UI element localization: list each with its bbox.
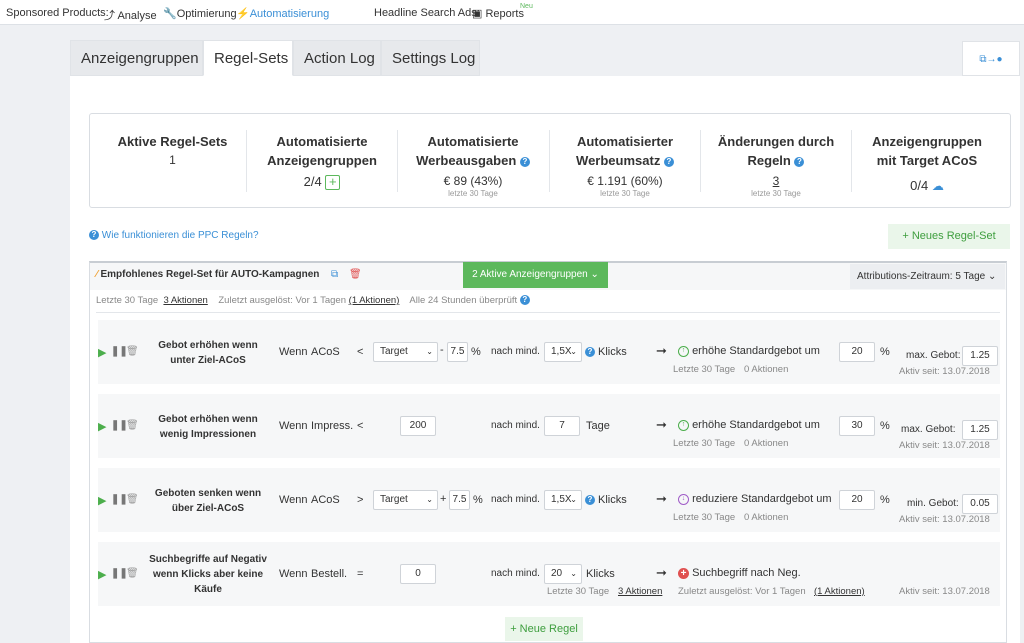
ruleset-title: ⁄ Empfohlenes Regel-Set für AUTO-Kampagn… [96,269,320,280]
arrow-right-icon: ➞ [656,491,667,506]
value-input[interactable]: 200 [400,416,436,436]
active-groups-button[interactable]: 2 Aktive Anzeigengruppen ⌄ [463,262,608,288]
help-icon: ? [519,295,530,306]
nav-automatisierung[interactable]: ⚡Automatisierung [236,7,329,20]
actions-link[interactable]: 3 Aktionen [618,586,662,597]
factor-input[interactable]: 7.5 [447,342,468,362]
trash-icon[interactable]: 🗑 [126,494,139,505]
plus-circle-icon: + [678,567,689,579]
stats-box: Aktive Regel-Sets 1 Automatisierte Anzeig… [89,113,1011,208]
amount-input[interactable]: 20 [839,490,875,510]
stat-werbeausgaben: Automatisierte Werbeausgaben ? € 89 (43%)… [398,114,548,209]
stat-aenderungen: Änderungen durch Regeln ? 3 letzte 30 Tag… [717,134,835,198]
ruleset-stats: Letzte 30 Tage 3 Aktionen Zuletzt ausgel… [96,295,530,306]
help-icon[interactable]: ? [519,156,530,167]
trash-icon[interactable]: 🗑 [126,568,139,579]
play-icon[interactable]: ▶ [98,568,106,581]
actions-link[interactable]: 3 Aktionen [163,295,207,306]
last-run-actions-link[interactable]: (1 Aktionen) [814,586,865,597]
top-navigation: Sponsored Products: ⤴ Analyse 🔧Optimieru… [0,0,1024,25]
tab-action-log[interactable]: Action Log [293,40,381,76]
attribution-dropdown[interactable]: Attributions-Zeitraum: 5 Tage ⌄ [850,264,1005,289]
stat-automatisierte-anzeigengruppen: Automatisierte Anzeigengruppen 2/4 + [267,134,377,191]
last-run-actions-link[interactable]: (1 Aktionen) [349,295,400,306]
tab-anzeigengruppen[interactable]: Anzeigengruppen [70,40,203,76]
trash-icon[interactable]: 🗑 [126,420,139,431]
min-select[interactable]: 20 ⌄ [544,564,582,584]
target-select[interactable]: Target ⌄ [373,342,438,362]
amount-input[interactable]: 30 [839,416,875,436]
arrow-right-icon: ➞ [656,343,667,358]
help-link[interactable]: ? Wie funktionieren die PPC Regeln? [89,230,259,241]
trash-icon[interactable]: 🗑 [349,269,362,280]
min-select[interactable]: 1,5X ⌄ [544,490,582,510]
play-icon[interactable]: ▶ [98,420,106,433]
copy-icon[interactable]: ⧉ [331,269,338,280]
nav-analyse[interactable]: ⤴ Analyse [104,7,157,23]
sponsored-products-label: Sponsored Products: [6,7,109,19]
new-rule-button[interactable]: + Neue Regel [505,617,583,641]
target-select[interactable]: Target ⌄ [373,490,438,510]
magic-wand-icon: ⁄ [96,269,98,280]
cloud-upload-icon[interactable]: ☁ [932,179,944,193]
help-icon[interactable]: ? [794,156,805,167]
limit-input[interactable]: 1.25 [962,346,998,366]
help-icon[interactable]: ? [585,495,595,505]
help-icon[interactable]: ? [663,156,674,167]
arrow-down-icon: ↓ [678,493,689,505]
share-icon[interactable]: ⧉→● [962,41,1020,76]
stat-aktive-regel-sets: Aktive Regel-Sets 1 [117,134,228,167]
new-badge: Neu [520,3,533,10]
arrow-right-icon: ➞ [656,417,667,432]
trash-icon[interactable]: 🗑 [126,346,139,357]
headline-search-ads-label: Headline Search Ads: [374,7,480,19]
limit-input[interactable]: 1.25 [962,420,998,440]
value-input[interactable]: 0 [400,564,436,584]
add-icon[interactable]: + [325,175,341,191]
min-input[interactable]: 7 [544,416,580,436]
nav-reports[interactable]: ▣ Reports [472,7,524,20]
stat-target-acos: Anzeigengruppen mit Target ACoS 0/4 ☁ [872,134,982,193]
nav-optimierung[interactable]: 🔧Optimierung [163,7,237,20]
new-ruleset-button[interactable]: + Neues Regel-Set [888,224,1010,249]
help-icon[interactable]: ? [585,347,595,357]
arrow-up-icon: ↑ [678,345,689,357]
arrow-up-icon: ↑ [678,419,689,431]
amount-input[interactable]: 20 [839,342,875,362]
stat-werbeumsatz: Automatisierter Werbeumsatz ? € 1.191 (60… [576,134,674,198]
help-icon: ? [89,230,99,241]
play-icon[interactable]: ▶ [98,494,106,507]
limit-input[interactable]: 0.05 [962,494,998,514]
tab-regel-sets[interactable]: Regel-Sets [203,40,293,76]
min-select[interactable]: 1,5X ⌄ [544,342,582,362]
play-icon[interactable]: ▶ [98,346,106,359]
arrow-right-icon: ➞ [656,565,667,580]
tab-settings-log[interactable]: Settings Log [381,40,480,76]
factor-input[interactable]: 7.5 [449,490,470,510]
